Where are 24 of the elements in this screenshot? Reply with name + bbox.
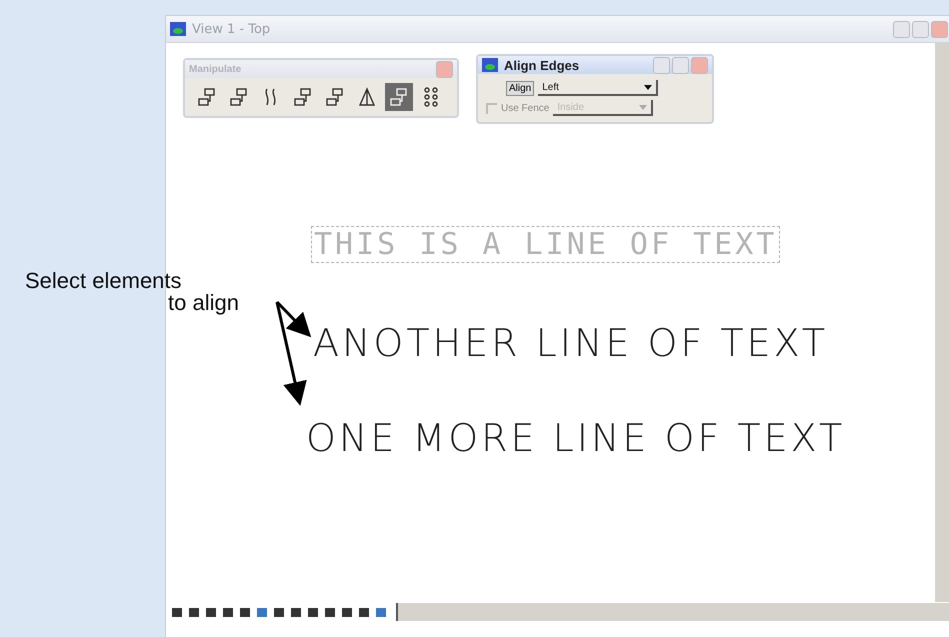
- maximize-button[interactable]: [912, 20, 929, 38]
- minimize-button[interactable]: [893, 20, 910, 38]
- tool-button[interactable]: [385, 83, 413, 111]
- app-icon: [170, 22, 186, 36]
- window-title: View 1 - Top: [192, 22, 270, 36]
- close-button[interactable]: [436, 60, 453, 78]
- drawing-text: ONE MORE LINE OF TEXT: [306, 416, 846, 460]
- drawing-text: ANOTHER LINE OF TEXT: [313, 321, 828, 365]
- dialog-title: Align Edges: [504, 58, 580, 72]
- tool-icon: [356, 86, 378, 108]
- horizontal-scrollbar[interactable]: [396, 603, 949, 621]
- minimize-button[interactable]: [653, 56, 670, 74]
- align-dropdown[interactable]: Left: [538, 80, 658, 96]
- caret-icon: [639, 104, 648, 110]
- app-icon: [482, 58, 498, 72]
- maximize-button[interactable]: [672, 56, 689, 74]
- palette-title: Manipulate: [189, 64, 242, 74]
- close-button[interactable]: [691, 56, 708, 74]
- checkbox-label: Use Fence: [501, 102, 550, 114]
- close-button[interactable]: [931, 20, 948, 38]
- caret-icon: [644, 84, 652, 90]
- align-button[interactable]: Align: [506, 80, 534, 96]
- drawing-text: THIS IS A LINE OF TEXT: [311, 226, 780, 263]
- vertical-scrollbar[interactable]: [935, 43, 949, 602]
